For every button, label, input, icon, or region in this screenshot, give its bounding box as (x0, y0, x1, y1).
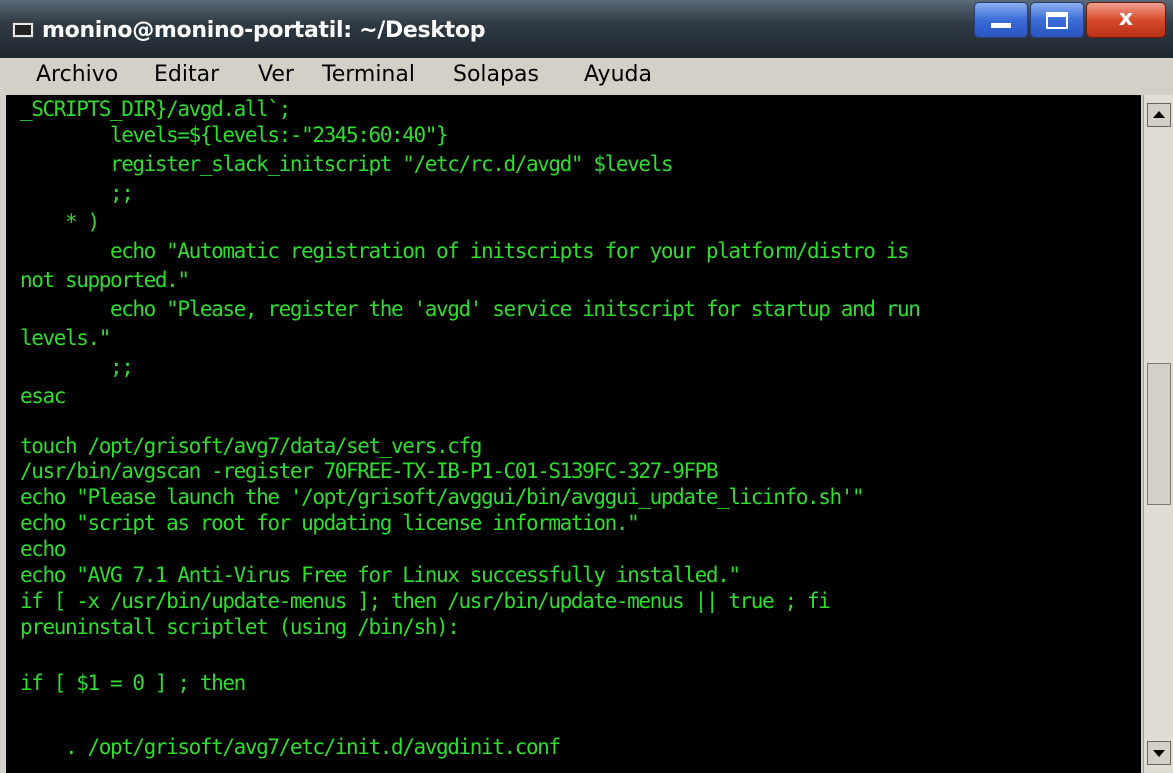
menu-editar[interactable]: Editar (154, 62, 219, 87)
menu-ver[interactable]: Ver (258, 62, 294, 87)
menu-archivo[interactable]: Archivo (36, 62, 118, 87)
terminal-line: echo (20, 537, 66, 561)
terminal-line: not supported." (20, 268, 190, 292)
minimize-icon (991, 23, 1011, 28)
scrollbar-thumb[interactable] (1147, 363, 1171, 505)
terminal-line: echo "Please launch the '/opt/grisoft/av… (20, 485, 865, 509)
terminal-line: _SCRIPTS_DIR}/avgd.all`; (20, 97, 291, 121)
close-button[interactable]: x (1086, 2, 1166, 38)
menu-ayuda[interactable]: Ayuda (584, 62, 652, 87)
terminal-line: if [ $1 = 0 ] ; then (20, 671, 246, 695)
terminal-output[interactable]: _SCRIPTS_DIR}/avgd.all`; levels=${levels… (6, 95, 1141, 773)
terminal-window: monino@monino-portatil: ~/Desktop x Arch… (0, 0, 1173, 773)
terminal-line: echo "Please, register the 'avgd' servic… (20, 297, 921, 321)
maximize-icon (1046, 12, 1068, 29)
window-title: monino@monino-portatil: ~/Desktop (42, 18, 486, 43)
arrow-up-icon (1153, 111, 1165, 118)
terminal-line: /usr/bin/avgscan -register 70FREE-TX-IB-… (20, 459, 718, 483)
maximize-button[interactable] (1030, 2, 1084, 38)
menu-terminal[interactable]: Terminal (322, 62, 415, 87)
terminal-line: if [ -x /usr/bin/update-menus ]; then /u… (20, 589, 831, 613)
terminal-line: echo "script as root for updating licens… (20, 511, 640, 535)
minimize-button[interactable] (974, 2, 1028, 38)
terminal-line: . /opt/grisoft/avg7/etc/init.d/avgdinit.… (20, 735, 561, 759)
arrow-down-icon (1153, 750, 1165, 757)
terminal-line: echo "Automatic registration of initscri… (20, 239, 910, 263)
title-bar[interactable]: monino@monino-portatil: ~/Desktop x (0, 0, 1173, 58)
menu-solapas[interactable]: Solapas (453, 62, 539, 87)
scroll-down-button[interactable] (1147, 741, 1171, 765)
scroll-up-button[interactable] (1147, 103, 1171, 127)
terminal-line: ;; (20, 181, 134, 205)
terminal-line: levels." (20, 326, 111, 350)
terminal-line: esac (20, 384, 66, 408)
terminal-line: ;; (20, 355, 134, 379)
terminal-line: * ) (20, 210, 100, 234)
terminal-line: touch /opt/grisoft/avg7/data/set_vers.cf… (20, 434, 482, 458)
close-icon: x (1118, 6, 1134, 31)
terminal-app-icon[interactable] (12, 22, 34, 38)
vertical-scrollbar[interactable] (1143, 95, 1173, 773)
menu-bar: Archivo Editar Ver Terminal Solapas Ayud… (0, 58, 1173, 94)
terminal-line: preuninstall scriptlet (using /bin/sh): (20, 615, 460, 639)
terminal-line: echo "AVG 7.1 Anti-Virus Free for Linux … (20, 563, 741, 587)
terminal-line: levels=${levels:-"2345:60:40"} (20, 123, 449, 147)
terminal-line: register_slack_initscript "/etc/rc.d/avg… (20, 152, 674, 176)
